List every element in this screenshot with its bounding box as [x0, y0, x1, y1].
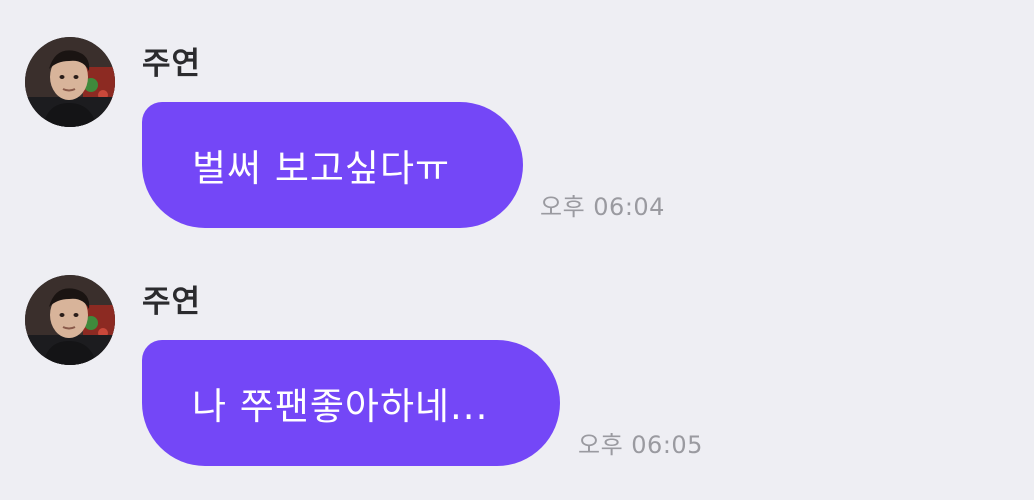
message-text: 벌써 보고싶다ㅠ [192, 147, 451, 190]
message-bubble[interactable]: 나 쭈팬좋아하네... [142, 340, 560, 466]
sender-name: 주연 [142, 46, 202, 82]
avatar[interactable] [25, 275, 115, 365]
chat-message: 주연 벌써 보고싶다ㅠ 오후 06:04 [0, 0, 1034, 228]
message-timestamp: 오후 06:05 [578, 431, 703, 459]
message-bubble[interactable]: 벌써 보고싶다ㅠ [142, 102, 523, 228]
chat-message: 주연 나 쭈팬좋아하네... 오후 06:05 [0, 238, 1034, 466]
avatar[interactable] [25, 37, 115, 127]
avatar-photo-icon [25, 37, 115, 127]
message-timestamp: 오후 06:04 [540, 193, 665, 221]
avatar-photo-icon [25, 275, 115, 365]
message-text: 나 쭈팬좋아하네... [192, 385, 489, 428]
sender-name: 주연 [142, 284, 202, 320]
